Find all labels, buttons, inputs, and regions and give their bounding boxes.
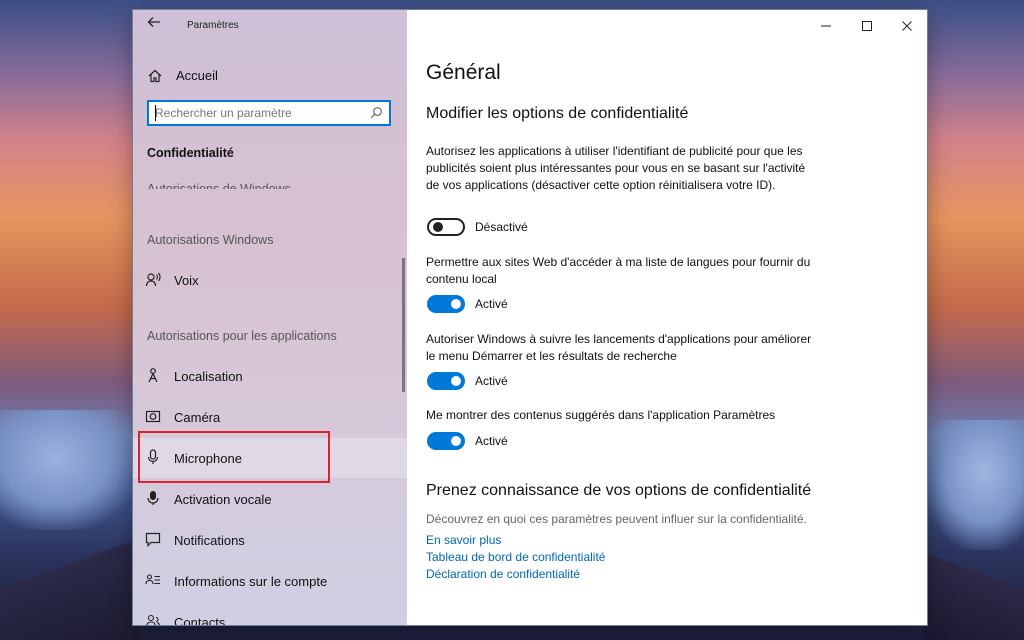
setting-description-ad-id: Autorisez les applications à utiliser l'… (426, 144, 806, 192)
home-icon (148, 69, 162, 83)
wallpaper-mountain-right (924, 530, 1024, 640)
sidebar-item-camera[interactable]: Caméra (133, 397, 407, 437)
sidebar-item-label: Notifications (174, 533, 245, 548)
sidebar-scrollbar[interactable] (402, 258, 405, 392)
sidebar-item-label: Informations sur le compte (174, 574, 328, 589)
app-title: Paramètres (187, 20, 239, 31)
back-button[interactable] (147, 15, 163, 31)
toggle-knob (433, 222, 443, 232)
section-title: Confidentialité (147, 146, 234, 160)
speech-icon (145, 272, 161, 287)
search-box[interactable] (147, 100, 391, 126)
sidebar-item-label: Caméra (174, 410, 221, 425)
section-heading-learn-privacy: Prenez connaissance de vos options de co… (426, 482, 812, 499)
group-heading-cut: Autorisations de Windows (147, 182, 291, 189)
setting-description-suggested-content: Me montrer des contenus suggérés dans l'… (426, 408, 776, 422)
toggle-knob (451, 299, 461, 309)
sidebar-item-contacts[interactable]: Contacts (133, 602, 407, 625)
toggle-knob (451, 376, 461, 386)
sidebar-item-label: Contacts (174, 615, 226, 625)
contacts-icon (146, 614, 161, 625)
sidebar: Paramètres Accueil Confidentialité Autor… (133, 10, 407, 625)
wallpaper-clouds-left (0, 410, 140, 530)
sidebar-item-voix[interactable]: Voix (133, 260, 407, 300)
voice-activation-icon (147, 491, 159, 505)
page-title: Général (426, 61, 501, 84)
toggle-knob (451, 436, 461, 446)
toggle-state-app-launches: Activé (475, 374, 508, 388)
wallpaper-mountain-left (0, 520, 140, 640)
settings-window: Paramètres Accueil Confidentialité Autor… (133, 10, 927, 625)
main-content: Général Modifier les options de confiden… (426, 10, 906, 625)
toggle-app-launches[interactable] (427, 372, 465, 390)
learn-more-link[interactable]: En savoir plus (426, 533, 501, 547)
text-caret (155, 105, 156, 121)
account-info-icon (145, 574, 160, 585)
toggle-languages[interactable] (427, 295, 465, 313)
group-heading-apps: Autorisations pour les applications (147, 329, 337, 343)
toggle-state-languages: Activé (475, 297, 508, 311)
section-heading-privacy-options: Modifier les options de confidentialité (426, 105, 689, 122)
toggle-ad-id[interactable] (427, 218, 465, 236)
home-label: Accueil (176, 68, 218, 83)
group-heading-windows: Autorisations Windows (147, 233, 274, 247)
setting-description-languages: Permettre aux sites Web d'accéder à ma l… (426, 255, 811, 286)
notifications-icon (145, 532, 161, 547)
sidebar-item-label: Activation vocale (174, 492, 272, 507)
toggle-state-suggested-content: Activé (475, 434, 508, 448)
sidebar-item-label: Voix (174, 273, 199, 288)
home-nav-item[interactable]: Accueil (133, 64, 407, 94)
sidebar-item-microphone[interactable]: Microphone (133, 438, 407, 478)
privacy-dashboard-link[interactable]: Tableau de bord de confidentialité (426, 550, 605, 564)
toggle-suggested-content[interactable] (427, 432, 465, 450)
location-icon (148, 368, 158, 383)
search-icon[interactable] (369, 106, 383, 120)
section-description: Découvrez en quoi ces paramètres peuvent… (426, 512, 807, 526)
privacy-statement-link[interactable]: Déclaration de confidentialité (426, 567, 580, 581)
back-arrow-icon (147, 17, 160, 27)
toggle-state-ad-id: Désactivé (475, 220, 528, 234)
sidebar-item-notifications[interactable]: Notifications (133, 520, 407, 560)
search-input[interactable] (155, 105, 365, 121)
sidebar-item-label: Microphone (174, 451, 242, 466)
sidebar-item-activation-vocale[interactable]: Activation vocale (133, 479, 407, 519)
sidebar-item-label: Localisation (174, 369, 243, 384)
microphone-icon (147, 449, 159, 464)
sidebar-item-localisation[interactable]: Localisation (133, 356, 407, 396)
sidebar-item-account-info[interactable]: Informations sur le compte (133, 561, 407, 601)
camera-icon (145, 410, 161, 423)
setting-description-app-launches: Autoriser Windows à suivre les lancement… (426, 332, 812, 363)
